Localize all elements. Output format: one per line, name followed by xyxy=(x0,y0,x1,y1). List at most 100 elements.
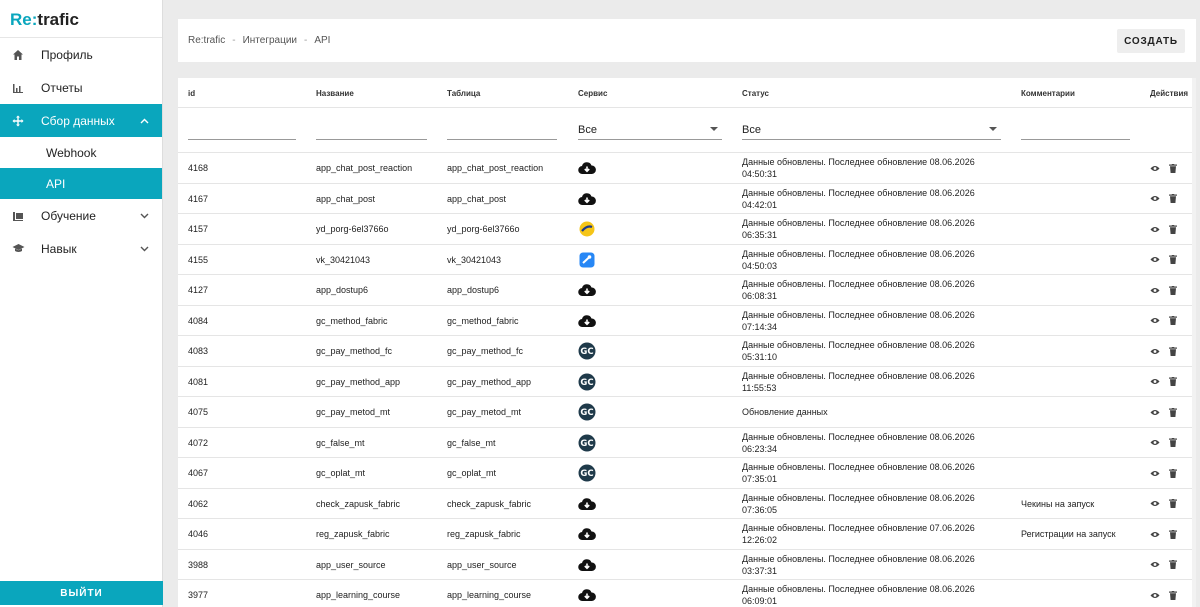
table-row[interactable]: 4083 gc_pay_method_fc gc_pay_method_fc GC Да… xyxy=(178,336,1196,367)
table-row[interactable]: 3988 app_user_source app_user_source Данные… xyxy=(178,550,1196,580)
cloud-icon xyxy=(578,159,596,177)
service-filter-select[interactable]: Все xyxy=(578,120,722,140)
logout-button[interactable]: ВЫЙТИ xyxy=(0,581,163,605)
sidebar-item-label: Сбор данных xyxy=(41,113,115,128)
cell-status: Данные обновлены. Последнее обновление 0… xyxy=(742,248,975,271)
sidebar-subitem-webhook[interactable]: Webhook xyxy=(0,137,162,168)
sidebar-item-profile[interactable]: Профиль xyxy=(0,38,162,71)
view-icon[interactable] xyxy=(1150,377,1160,387)
view-icon[interactable] xyxy=(1150,346,1160,356)
view-icon[interactable] xyxy=(1150,285,1160,295)
view-icon[interactable] xyxy=(1150,163,1160,173)
delete-icon[interactable] xyxy=(1168,194,1178,204)
delete-icon[interactable] xyxy=(1168,438,1178,448)
name-filter-input[interactable] xyxy=(316,124,427,140)
cell-table: app_dostup6 xyxy=(447,285,500,295)
delete-icon[interactable] xyxy=(1168,224,1178,234)
view-icon[interactable] xyxy=(1150,529,1160,539)
sidebar-item-data-collection[interactable]: Сбор данных xyxy=(0,104,162,137)
breadcrumb-item[interactable]: Re:trafic xyxy=(188,35,225,46)
column-header-status: Статус xyxy=(742,89,769,98)
table-row[interactable]: 4157 yd_porg-6el3766o yd_porg-6el3766o Данн… xyxy=(178,214,1196,245)
cell-status: Данные обновлены. Последнее обновление 0… xyxy=(742,157,975,179)
bar-chart-icon xyxy=(11,81,25,95)
delete-icon[interactable] xyxy=(1168,163,1178,173)
cell-id: 3988 xyxy=(188,559,209,570)
getcourse-icon: GC xyxy=(578,434,596,452)
view-icon[interactable] xyxy=(1150,316,1160,326)
delete-icon[interactable] xyxy=(1168,255,1178,265)
breadcrumb-separator: - xyxy=(232,35,236,46)
cell-status: Данные обновлены. Последнее обновление 0… xyxy=(742,370,975,393)
delete-icon[interactable] xyxy=(1168,285,1178,295)
sidebar-item-skill[interactable]: Навык xyxy=(0,232,162,265)
cell-table: gc_oplat_mt xyxy=(447,468,497,478)
delete-icon[interactable] xyxy=(1168,590,1178,600)
top-bar: Re:trafic - Интеграции - API СОЗДАТЬ xyxy=(178,19,1196,62)
cell-table: gc_false_mt xyxy=(447,437,496,448)
table-row[interactable]: 4062 check_zapusk_fabric check_zapusk_fabr… xyxy=(178,489,1196,519)
sidebar-item-label: Навык xyxy=(41,241,77,256)
delete-icon[interactable] xyxy=(1168,499,1178,509)
scrollbar[interactable] xyxy=(1192,78,1196,607)
view-icon[interactable] xyxy=(1150,468,1160,478)
table-row[interactable]: 4084 gc_method_fabric gc_method_fabric Данн… xyxy=(178,306,1196,336)
table-row[interactable]: 4168 app_chat_post_reaction app_chat_post_… xyxy=(178,153,1196,184)
table-row[interactable]: 4075 gc_pay_metod_mt gc_pay_metod_mt GC Обно… xyxy=(178,397,1196,428)
table-row[interactable]: 4155 vk_30421043 vk_30421043 Данные обновле… xyxy=(178,245,1196,275)
table-row[interactable]: 4067 gc_oplat_mt gc_oplat_mt GC Данные обнов… xyxy=(178,458,1196,489)
cell-status: Данные обновлены. Последнее обновление 0… xyxy=(742,340,975,362)
app-logo[interactable]: Re:trafic xyxy=(0,0,162,38)
status-filter-select[interactable]: Все xyxy=(742,120,1001,140)
view-icon[interactable] xyxy=(1150,194,1160,204)
cell-name: app_chat_post xyxy=(316,193,376,204)
table-filter-input[interactable] xyxy=(447,124,557,140)
delete-icon[interactable] xyxy=(1168,560,1178,570)
view-icon[interactable] xyxy=(1150,407,1160,417)
cloud-icon xyxy=(578,281,596,299)
getcourse-icon: GC xyxy=(578,342,596,360)
delete-icon[interactable] xyxy=(1168,377,1178,387)
id-filter-input[interactable] xyxy=(188,124,296,140)
cell-status: Данные обновлены. Последнее обновление 0… xyxy=(742,187,975,210)
view-icon[interactable] xyxy=(1150,590,1160,600)
cloud-icon xyxy=(578,556,596,574)
cell-id: 4081 xyxy=(188,376,209,387)
cell-name: app_learning_course xyxy=(316,590,401,600)
view-icon[interactable] xyxy=(1150,560,1160,570)
delete-icon[interactable] xyxy=(1168,407,1178,417)
breadcrumb-item[interactable]: Интеграции xyxy=(243,35,297,46)
svg-text:GC: GC xyxy=(580,378,593,388)
svg-text:GC: GC xyxy=(580,439,593,449)
delete-icon[interactable] xyxy=(1168,468,1178,478)
view-icon[interactable] xyxy=(1150,224,1160,234)
view-icon[interactable] xyxy=(1150,255,1160,265)
cell-name: app_user_source xyxy=(316,559,386,570)
cell-comment: Регистрации на запуск xyxy=(1021,529,1116,539)
view-icon[interactable] xyxy=(1150,438,1160,448)
table-row[interactable]: 4167 app_chat_post app_chat_post Данные обн… xyxy=(178,184,1196,214)
table-row[interactable]: 4127 app_dostup6 app_dostup6 Данные обновле… xyxy=(178,275,1196,306)
delete-icon[interactable] xyxy=(1168,316,1178,326)
table-row[interactable]: 4072 gc_false_mt gc_false_mt GC Данные обнов… xyxy=(178,428,1196,458)
cloud-icon xyxy=(578,525,596,543)
sidebar-item-reports[interactable]: Отчеты xyxy=(0,71,162,104)
table-row[interactable]: 3977 app_learning_course app_learning_cour… xyxy=(178,580,1196,607)
create-button[interactable]: СОЗДАТЬ xyxy=(1117,29,1185,53)
view-icon[interactable] xyxy=(1150,499,1160,509)
cloud-icon xyxy=(578,312,596,330)
comments-filter-input[interactable] xyxy=(1021,124,1130,140)
cell-id: 4127 xyxy=(188,285,209,295)
cell-table: check_zapusk_fabric xyxy=(447,498,532,509)
sidebar-item-learning[interactable]: Обучение xyxy=(0,199,162,232)
cell-comment: Чекины на запуск xyxy=(1021,498,1095,509)
breadcrumb: Re:trafic - Интеграции - API xyxy=(188,35,330,46)
sidebar-item-label: Обучение xyxy=(41,208,96,223)
sidebar-subitem-api[interactable]: API xyxy=(0,168,162,199)
table-row[interactable]: 4046 reg_zapusk_fabric reg_zapusk_fabric Да… xyxy=(178,519,1196,550)
table-row[interactable]: 4081 gc_pay_method_app gc_pay_method_app GC… xyxy=(178,367,1196,397)
cell-table: app_learning_course xyxy=(447,590,532,600)
cell-table: app_chat_post xyxy=(447,193,507,204)
delete-icon[interactable] xyxy=(1168,529,1178,539)
delete-icon[interactable] xyxy=(1168,346,1178,356)
